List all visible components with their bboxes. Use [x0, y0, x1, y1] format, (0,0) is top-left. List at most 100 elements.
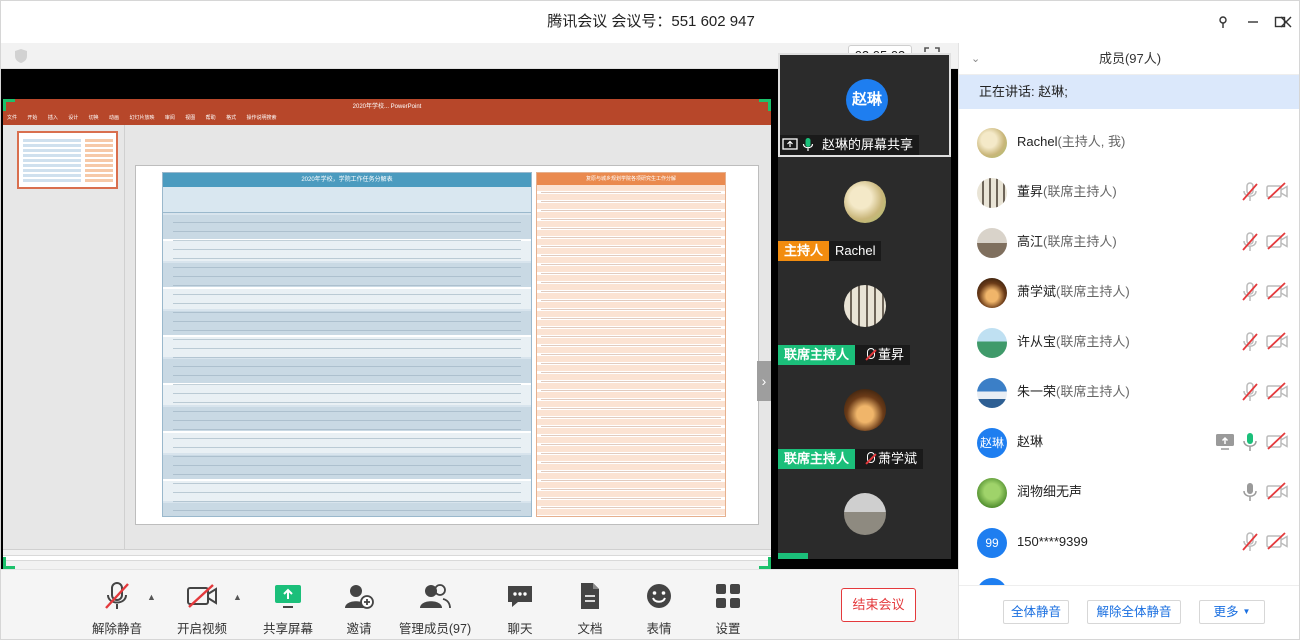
tile-partial[interactable] [778, 469, 951, 559]
more-button[interactable]: 更多 ▼ [1199, 600, 1265, 624]
member-row[interactable]: 董昇(联席主持人) [959, 167, 1299, 217]
ppt-slide-canvas: 2020年学校，学院工作任务分解表 复原与城乡规划学院各项研究生工作分解 [125, 125, 771, 549]
slide-table2-title: 复原与城乡规划学院各项研究生工作分解 [537, 173, 725, 185]
avatar [844, 285, 886, 327]
mic-muted-icon [77, 580, 157, 612]
emoji-icon [619, 580, 699, 612]
avatar [977, 178, 1007, 208]
camera-off-icon[interactable] [1266, 532, 1288, 552]
member-role: (联席主持人) [1043, 184, 1117, 199]
mic-muted-icon[interactable] [1241, 382, 1259, 402]
slide-thumbnail [17, 131, 118, 189]
ppt-tab: 文件 [7, 115, 18, 121]
settings-button[interactable]: 设置 [688, 580, 768, 638]
mic-icon[interactable] [1241, 482, 1259, 502]
invite-icon [319, 580, 399, 612]
manage-members-label: 管理成员(97) [398, 622, 472, 636]
member-role: (主持人, 我) [1057, 134, 1126, 149]
mic-muted-icon[interactable] [1241, 532, 1259, 552]
camera-off-icon[interactable] [1266, 482, 1288, 502]
member-row[interactable]: 赵琳 赵琳 [959, 417, 1299, 467]
tile-label: 赵琳的屏幕共享 [780, 135, 920, 155]
member-name: 许从宝 [1017, 334, 1057, 349]
ppt-tab: 开始 [27, 115, 38, 121]
share-corner [759, 99, 771, 111]
camera-off-icon[interactable] [1266, 382, 1288, 402]
ppt-tabs: 文件 开始 插入 设计 切换 动画 幻灯片放映 审阅 视图 帮助 格式 操作说明… [7, 114, 285, 121]
member-row[interactable] [959, 567, 1299, 585]
tile-badge-partial [778, 553, 808, 559]
participant-tiles: 赵琳 赵琳的屏幕共享 主持人 Rachel 联席主持人 董昇 联席主持人 萧学斌 [778, 53, 958, 569]
tile-xiaoxuebin[interactable]: 联席主持人 萧学斌 [778, 365, 951, 469]
mic-muted-icon[interactable] [1241, 182, 1259, 202]
chat-button[interactable]: 聊天 [480, 580, 560, 638]
minimize-icon[interactable] [1243, 12, 1263, 32]
member-row[interactable]: Rachel(主持人, 我) [959, 117, 1299, 167]
docs-button[interactable]: 文档 [550, 580, 630, 638]
tile-screen-share[interactable]: 赵琳 赵琳的屏幕共享 [778, 53, 951, 157]
screen-share-icon [1215, 432, 1235, 452]
tile-name: 董昇 [878, 347, 905, 362]
avatar [977, 228, 1007, 258]
camera-off-icon[interactable] [1266, 332, 1288, 352]
ppt-thumbnail-pane [3, 125, 125, 549]
ppt-status-bar [3, 549, 771, 569]
video-options-caret-icon[interactable]: ▲ [233, 592, 242, 602]
camera-off-icon[interactable] [1266, 432, 1288, 452]
bottom-toolbar: 解除静音 ▲ 开启视频 ▲ 共享屏幕 邀请 管理成员(97) 聊天 文档 表情 … [1, 569, 958, 639]
member-row[interactable]: 99 150****9399 [959, 517, 1299, 567]
member-name-wrap: 萧学斌(联席主持人) [1017, 267, 1130, 317]
member-name: 萧学斌 [1017, 284, 1057, 299]
mute-all-button[interactable]: 全体静音 [1003, 600, 1069, 624]
member-row[interactable]: 朱一荣(联席主持人) [959, 367, 1299, 417]
member-row[interactable]: 萧学斌(联席主持人) [959, 267, 1299, 317]
member-name: 润物细无声 [1017, 484, 1083, 499]
member-name-wrap: Rachel(主持人, 我) [1017, 117, 1125, 167]
close-window-button[interactable] [1276, 12, 1296, 32]
camera-off-icon[interactable] [1266, 232, 1288, 252]
window-title: 腾讯会议 会议号：551 602 947 [547, 13, 755, 30]
start-video-button[interactable]: 开启视频 [162, 580, 242, 638]
member-row[interactable]: 许从宝(联席主持人) [959, 317, 1299, 367]
member-row[interactable]: 高江(联席主持人) [959, 217, 1299, 267]
member-list: Rachel(主持人, 我) 董昇(联席主持人) 高江(联席主持人) 萧学斌(联… [959, 117, 1299, 585]
mic-on-icon[interactable] [1241, 432, 1259, 452]
avatar: 赵琳 [846, 79, 888, 121]
ppt-window-title: 2020年学校... PowerPoint [352, 104, 422, 110]
tile-rachel[interactable]: 主持人 Rachel [778, 157, 951, 261]
unmute-all-button[interactable]: 解除全体静音 [1087, 600, 1181, 624]
member-row[interactable]: 润物细无声 [959, 467, 1299, 517]
docs-label: 文档 [577, 622, 603, 636]
security-shield-icon[interactable] [13, 48, 29, 64]
close-icon[interactable] [1296, 12, 1299, 32]
mic-muted-icon[interactable] [1241, 332, 1259, 352]
camera-off-icon[interactable] [1266, 282, 1288, 302]
mic-muted-icon[interactable] [1241, 232, 1259, 252]
end-meeting-button[interactable]: 结束会议 [841, 588, 916, 622]
caret-down-icon: ▼ [1242, 607, 1251, 616]
manage-members-button[interactable]: 管理成员(97) [393, 580, 477, 638]
tile-label: 主持人 Rachel [778, 241, 882, 261]
audio-options-caret-icon[interactable]: ▲ [147, 592, 156, 602]
tile-dongsheng[interactable]: 联席主持人 董昇 [778, 261, 951, 365]
share-screen-button[interactable]: 共享屏幕 [248, 580, 328, 638]
mic-muted-icon [865, 348, 876, 362]
camera-off-icon[interactable] [1266, 182, 1288, 202]
ppt-tab: 幻灯片放映 [129, 115, 155, 121]
avatar [977, 278, 1007, 308]
invite-button[interactable]: 邀请 [319, 580, 399, 638]
member-name-wrap: 董昇(联席主持人) [1017, 167, 1117, 217]
member-name: 150****9399 [1017, 534, 1088, 549]
pin-icon[interactable] [1213, 12, 1233, 32]
tile-name-wrap: 董昇 [855, 345, 911, 365]
avatar [977, 328, 1007, 358]
collapse-tiles-chevron-icon[interactable]: › [757, 361, 771, 401]
member-role: (联席主持人) [1056, 334, 1130, 349]
avatar: 99 [977, 528, 1007, 558]
collapse-panel-chevron-icon[interactable]: ⌄ [971, 43, 980, 75]
mic-muted-icon[interactable] [1241, 282, 1259, 302]
members-panel-header: ⌄ 成员(97人) [959, 43, 1299, 75]
emoji-button[interactable]: 表情 [619, 580, 699, 638]
share-screen-label: 共享屏幕 [262, 622, 313, 636]
unmute-button[interactable]: 解除静音 [77, 580, 157, 638]
